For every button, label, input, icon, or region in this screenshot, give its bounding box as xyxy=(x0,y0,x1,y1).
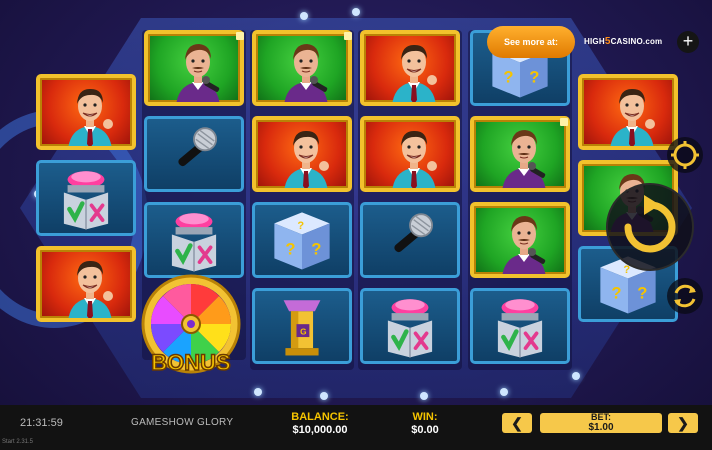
buzzer-icon xyxy=(147,205,241,275)
casino-brand-link[interactable]: HIGH5CASINO.com xyxy=(584,36,662,47)
symbol-microphone xyxy=(360,202,460,278)
clock: 21:31:59 xyxy=(20,417,63,429)
bet-value: $1.00 xyxy=(588,422,614,433)
add-icon[interactable]: + xyxy=(677,31,699,53)
mystery-box-icon xyxy=(255,205,349,275)
symbol-host-red xyxy=(252,116,352,192)
buzzer-icon xyxy=(39,163,133,233)
settings-icon xyxy=(671,141,699,169)
spin-icon xyxy=(624,195,676,253)
sparkle xyxy=(236,32,244,40)
light-dot xyxy=(300,12,308,20)
host-with-mic-icon xyxy=(500,126,548,192)
bet-decrease-button[interactable]: ❮ xyxy=(502,413,532,433)
host-icon xyxy=(66,84,114,150)
symbol-buzzer xyxy=(470,288,570,364)
settings-button[interactable] xyxy=(667,137,703,173)
brand-suffix: CASINO.com xyxy=(610,37,663,46)
host-icon xyxy=(390,126,438,192)
brand-prefix: HIGH xyxy=(584,37,605,46)
bottom-bar: 21:31:59 GAMESHOW GLORY Start 2.31.5 BAL… xyxy=(0,405,712,450)
light-dot xyxy=(500,388,508,396)
buzzer-icon xyxy=(473,291,567,361)
light-dot xyxy=(572,372,580,380)
autoplay-button[interactable] xyxy=(667,278,703,314)
host-icon xyxy=(66,256,114,322)
symbol-host-red xyxy=(36,246,136,322)
podium-icon xyxy=(255,291,349,361)
symbol-host-red xyxy=(360,116,460,192)
symbol-host-green xyxy=(144,30,244,106)
symbol-podium xyxy=(252,288,352,364)
bonus-wheel-icon: BONUS xyxy=(141,274,241,376)
symbol-buzzer xyxy=(36,160,136,236)
see-more-button[interactable]: See more at: xyxy=(487,26,575,58)
host-icon xyxy=(608,84,656,150)
light-dot xyxy=(254,388,262,396)
win-label: WIN: xyxy=(412,411,438,423)
symbol-mystery-box xyxy=(252,202,352,278)
symbol-buzzer xyxy=(360,288,460,364)
symbol-host-green xyxy=(470,202,570,278)
symbol-host-red xyxy=(360,30,460,106)
symbol-buzzer xyxy=(144,202,244,278)
build-info: Start 2.31.5 xyxy=(2,439,34,445)
symbol-host-green xyxy=(470,116,570,192)
autoplay-icon xyxy=(674,284,696,308)
balance-value: $10,000.00 xyxy=(292,424,348,436)
host-with-mic-icon xyxy=(174,40,222,106)
light-dot xyxy=(320,392,328,400)
bet-label: BET: xyxy=(591,412,611,422)
microphone-icon xyxy=(147,119,241,189)
light-dot xyxy=(420,392,428,400)
bet-increase-button[interactable]: ❯ xyxy=(668,413,698,433)
bonus-label: BONUS xyxy=(151,350,230,375)
host-with-mic-icon xyxy=(282,40,330,106)
host-icon xyxy=(390,40,438,106)
win-value: $0.00 xyxy=(411,424,439,436)
symbol-host-red xyxy=(578,74,678,150)
sparkle xyxy=(344,32,352,40)
balance-label: BALANCE: xyxy=(291,411,349,423)
spin-button[interactable] xyxy=(606,183,694,271)
symbol-host-red xyxy=(36,74,136,150)
host-with-mic-icon xyxy=(500,212,548,278)
buzzer-icon xyxy=(363,291,457,361)
microphone-icon xyxy=(363,205,457,275)
sparkle xyxy=(560,118,568,126)
symbol-host-green xyxy=(252,30,352,106)
bet-display[interactable]: BET: $1.00 xyxy=(540,412,662,433)
game-stage: ? ? ? G xyxy=(0,0,712,405)
light-dot xyxy=(352,8,360,16)
host-icon xyxy=(282,126,330,192)
symbol-microphone xyxy=(144,116,244,192)
game-title: GAMESHOW GLORY xyxy=(131,417,234,428)
